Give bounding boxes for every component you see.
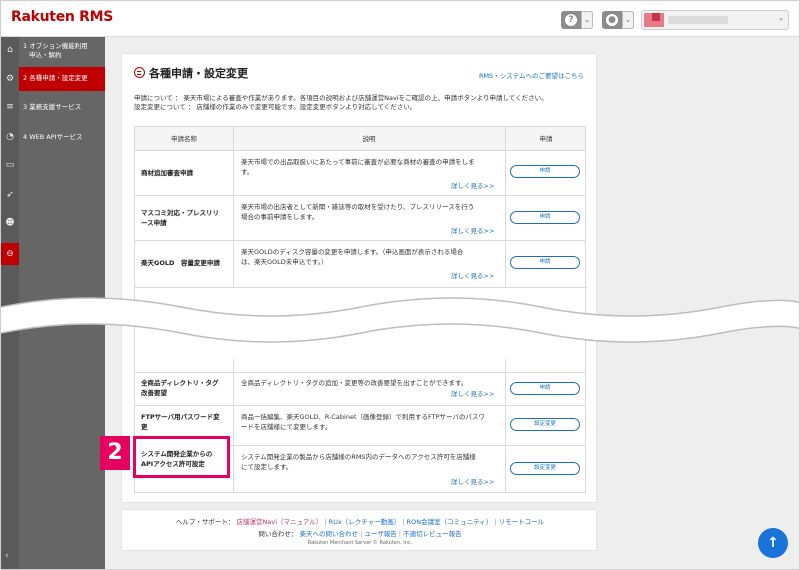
shop-name-blurred (668, 16, 728, 24)
details-link[interactable]: 詳しく見る>> (451, 180, 494, 190)
app-window: Rakuten RMS ? ⌄ ● ⌄ ⌄ ⌂ ⚙ ≡ ◔ ▭ ➶ ☻ ⊖ ‹ … (0, 0, 800, 570)
shop-selector[interactable]: ⌄ (641, 10, 789, 30)
description: 申請について ： 楽天市場による審査や作業があります。各項目の説明および店舗運営… (134, 94, 548, 111)
footer-link-navi[interactable]: 店舗運営Navi（マニュアル） (237, 518, 323, 526)
footer-link-review-report[interactable]: 不適切レビュー報告 (403, 530, 462, 538)
rocket-icon[interactable]: ➶ (4, 189, 16, 201)
footer-link-rux[interactable]: RUx（レクチャー動画） (329, 518, 401, 526)
footer-link-ron[interactable]: RON会議室（コミュニティ） (407, 518, 493, 526)
details-link[interactable]: 詳しく見る>> (451, 225, 494, 235)
apply-button[interactable]: 申請 (510, 211, 580, 224)
cart-icon[interactable]: ≡ (4, 101, 16, 113)
help-menu-button[interactable]: ? ⌄ (561, 11, 593, 29)
details-link[interactable]: 詳しく見る>> (451, 476, 494, 486)
rakuten-rms-logo[interactable]: Rakuten RMS (11, 9, 113, 25)
settings-active-icon[interactable]: ⊖ (1, 243, 19, 265)
footer-link-user-report[interactable]: ユーザ報告 (364, 530, 396, 538)
home-icon[interactable]: ⌂ (4, 44, 16, 56)
minus-circle-icon (134, 67, 145, 78)
side-item-applications[interactable]: 2 各種申請・設定変更 (19, 67, 105, 91)
apply-button[interactable]: 申請 (510, 382, 580, 395)
arrow-up-icon[interactable]: ↑ (758, 528, 788, 558)
apply-button[interactable]: 申請 (510, 165, 580, 178)
settings-change-button[interactable]: 設定変更 (510, 462, 580, 475)
gear-icon[interactable]: ⚙ (4, 73, 16, 85)
user-icon: ● (606, 14, 618, 26)
chevron-down-icon: ⌄ (622, 11, 634, 29)
torn-section-divider (1, 297, 799, 343)
highlight-box-api-access: システム開発企業からの APIアクセス許可設定 (133, 436, 230, 478)
footer: ヘルプ・サポート： 店舗運営Navi（マニュアル） | RUx（レクチャー動画）… (121, 509, 597, 551)
table-row: マスコミ対応・プレスリリ ース申請 楽天市場の出店者として新聞・雑誌等の取材を受… (135, 196, 585, 241)
apply-button[interactable]: 申請 (510, 256, 580, 269)
page-title: 各種申請・設定変更 (149, 67, 248, 80)
footer-link-remote-call[interactable]: リモートコール (499, 518, 545, 526)
request-link[interactable]: RMS・システムへのご要望はこちら (479, 70, 584, 80)
mail-icon[interactable]: ▭ (4, 159, 16, 171)
details-link[interactable]: 詳しく見る>> (451, 388, 494, 398)
table-row: 商材追加審査申請 楽天市場での出品取扱いにあたって事前に審査が必要な商材の審査の… (135, 151, 585, 196)
user-menu-button[interactable]: ● ⌄ (602, 11, 634, 29)
details-link[interactable]: 詳しく見る>> (451, 270, 494, 280)
chevron-down-icon: ⌄ (778, 14, 784, 22)
footer-link-contact[interactable]: 楽天への問い合わせ (299, 530, 358, 538)
top-header: Rakuten RMS ? ⌄ ● ⌄ ⌄ (1, 1, 799, 37)
collapse-icon[interactable]: ‹ (5, 551, 9, 561)
settings-change-button[interactable]: 設定変更 (510, 418, 580, 431)
question-icon: ? (565, 14, 577, 26)
side-item-web-api[interactable]: 4 WEB APIサービス (19, 133, 105, 142)
chart-icon[interactable]: ◔ (4, 131, 16, 143)
table-header: 申請名称 説明 申請 (135, 127, 585, 151)
users-icon[interactable]: ☻ (4, 217, 16, 229)
side-item-option[interactable]: 1 オプション機能利用 申込・解約 (19, 42, 105, 60)
side-item-business-support[interactable]: 3 業務支援サービス (19, 103, 105, 112)
step-number-badge: 2 (100, 436, 130, 470)
table-row: 全商品ディレクトリ・タグ 改善要望 全商品ディレクトリ・タグの追加・変更等の改善… (135, 373, 585, 406)
chevron-down-icon: ⌄ (581, 11, 593, 29)
copyright: Rakuten Merchant Server © Rakuten, Inc. (307, 540, 413, 546)
